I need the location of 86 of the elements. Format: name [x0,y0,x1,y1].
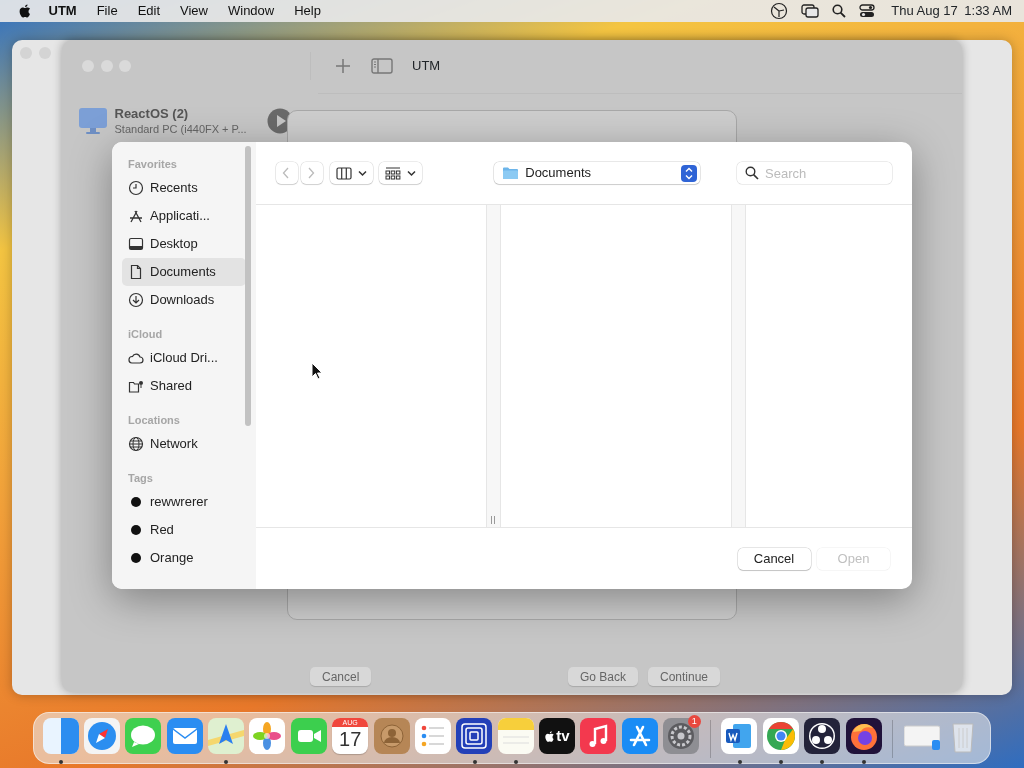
cloud-icon [128,350,144,366]
stepper-icon [681,164,698,182]
tv-app-icon[interactable]: tv [539,718,575,754]
map-icon[interactable] [208,718,245,754]
sidebar-item[interactable]: Red [122,516,246,544]
clock-icon [128,180,144,196]
tv-label: tv [556,725,570,746]
location-popup[interactable]: Documents [494,162,701,184]
crossed-sticks-icon[interactable] [621,718,658,754]
grid-icon [385,166,402,180]
group-button[interactable] [379,162,423,184]
scroll-bar[interactable] [245,146,251,426]
search-icon [745,166,759,180]
menu-item[interactable]: Edit [127,1,171,21]
chevron-right-icon [307,167,316,179]
section-heading: iCloud [128,327,164,340]
sidebar-item[interactable]: Applicati... [122,202,246,230]
sidebar-item[interactable]: Shared [122,372,246,400]
sidebar-icon[interactable] [370,58,393,74]
pointer-cursor-icon [311,362,323,380]
cancel-button[interactable]: Cancel [737,547,811,570]
sidebar-item[interactable]: Orange [122,544,246,572]
screen-time-icon[interactable] [770,2,789,20]
sidebar-item[interactable]: Documents [122,258,246,286]
envelope-icon[interactable] [166,718,203,754]
vm-name[interactable]: ReactOS (2) [114,107,247,121]
menu-item[interactable]: View [170,1,218,21]
date-text: Thu Aug 17 [891,3,958,19]
folder-icon [502,166,520,180]
tag-dot-icon [128,550,144,566]
view-mode-button[interactable] [329,162,373,184]
window-title: UTM [412,57,441,76]
checklist-icon[interactable] [414,718,451,754]
vm-detail: Standard PC (i440FX + P... [114,123,247,135]
sidebar-item[interactable]: Network [122,430,246,458]
sidebar-item[interactable]: Downloads [122,286,246,314]
sheet-button[interactable]: Cancel [310,667,372,686]
tag-dot-icon [128,494,144,510]
forward-button[interactable] [301,162,324,184]
music-note-icon[interactable] [580,718,617,754]
sidebar-item[interactable]: Recents [122,174,246,202]
caret-icon [357,169,367,177]
shared-folder-icon [128,378,144,394]
apple-logo-icon [544,729,556,743]
gear-icon[interactable] [663,718,700,754]
sheet-button[interactable]: Go Back [568,667,639,686]
sidebar-item[interactable]: rewwrerer [122,488,246,516]
caret-icon [407,169,417,177]
monitor-icon[interactable] [78,106,108,136]
resize-handle-icon[interactable] [490,516,496,524]
aperture-icon[interactable] [804,718,841,754]
display-icon [128,236,144,252]
flower-icon[interactable] [249,718,286,754]
menu-item[interactable]: Window [218,1,285,21]
screen-mirroring-icon[interactable] [801,3,820,19]
back-button[interactable] [276,162,298,184]
day-label: 17 [338,727,363,752]
section-heading: Favorites [128,157,178,170]
section-heading: Locations [128,413,181,426]
search-field[interactable]: Search [737,162,892,184]
menu-item[interactable]: Help [284,1,331,21]
search-icon[interactable] [832,4,847,18]
apps-icon [128,208,144,224]
video-camera-icon[interactable] [290,718,327,754]
sheet-button[interactable]: Continue [648,667,721,686]
menu-item[interactable]: File [86,1,128,21]
compass-icon[interactable] [84,718,121,754]
nested-squares-icon[interactable] [456,718,493,754]
plus-icon[interactable] [335,58,351,74]
contact-book-icon[interactable] [373,718,410,754]
menu-title[interactable]: UTM [38,1,87,21]
time-text: 1:33 AM [964,3,1012,19]
sidebar-item[interactable]: Desktop [122,230,246,258]
document-icon [128,264,144,280]
split-square-icon[interactable] [42,718,79,754]
columns-icon [335,166,352,180]
document-icon[interactable] [721,718,758,754]
control-center-icon[interactable] [859,4,876,18]
chat-bubble-icon[interactable] [125,718,162,754]
globe-icon [128,436,144,452]
tag-dot-icon [128,522,144,538]
apple-logo-icon[interactable] [18,3,32,19]
sidebar-item[interactable]: iCloud Dri... [122,344,246,372]
download-icon [128,292,144,308]
chevron-left-icon [282,167,290,179]
section-heading: Tags [128,471,154,484]
